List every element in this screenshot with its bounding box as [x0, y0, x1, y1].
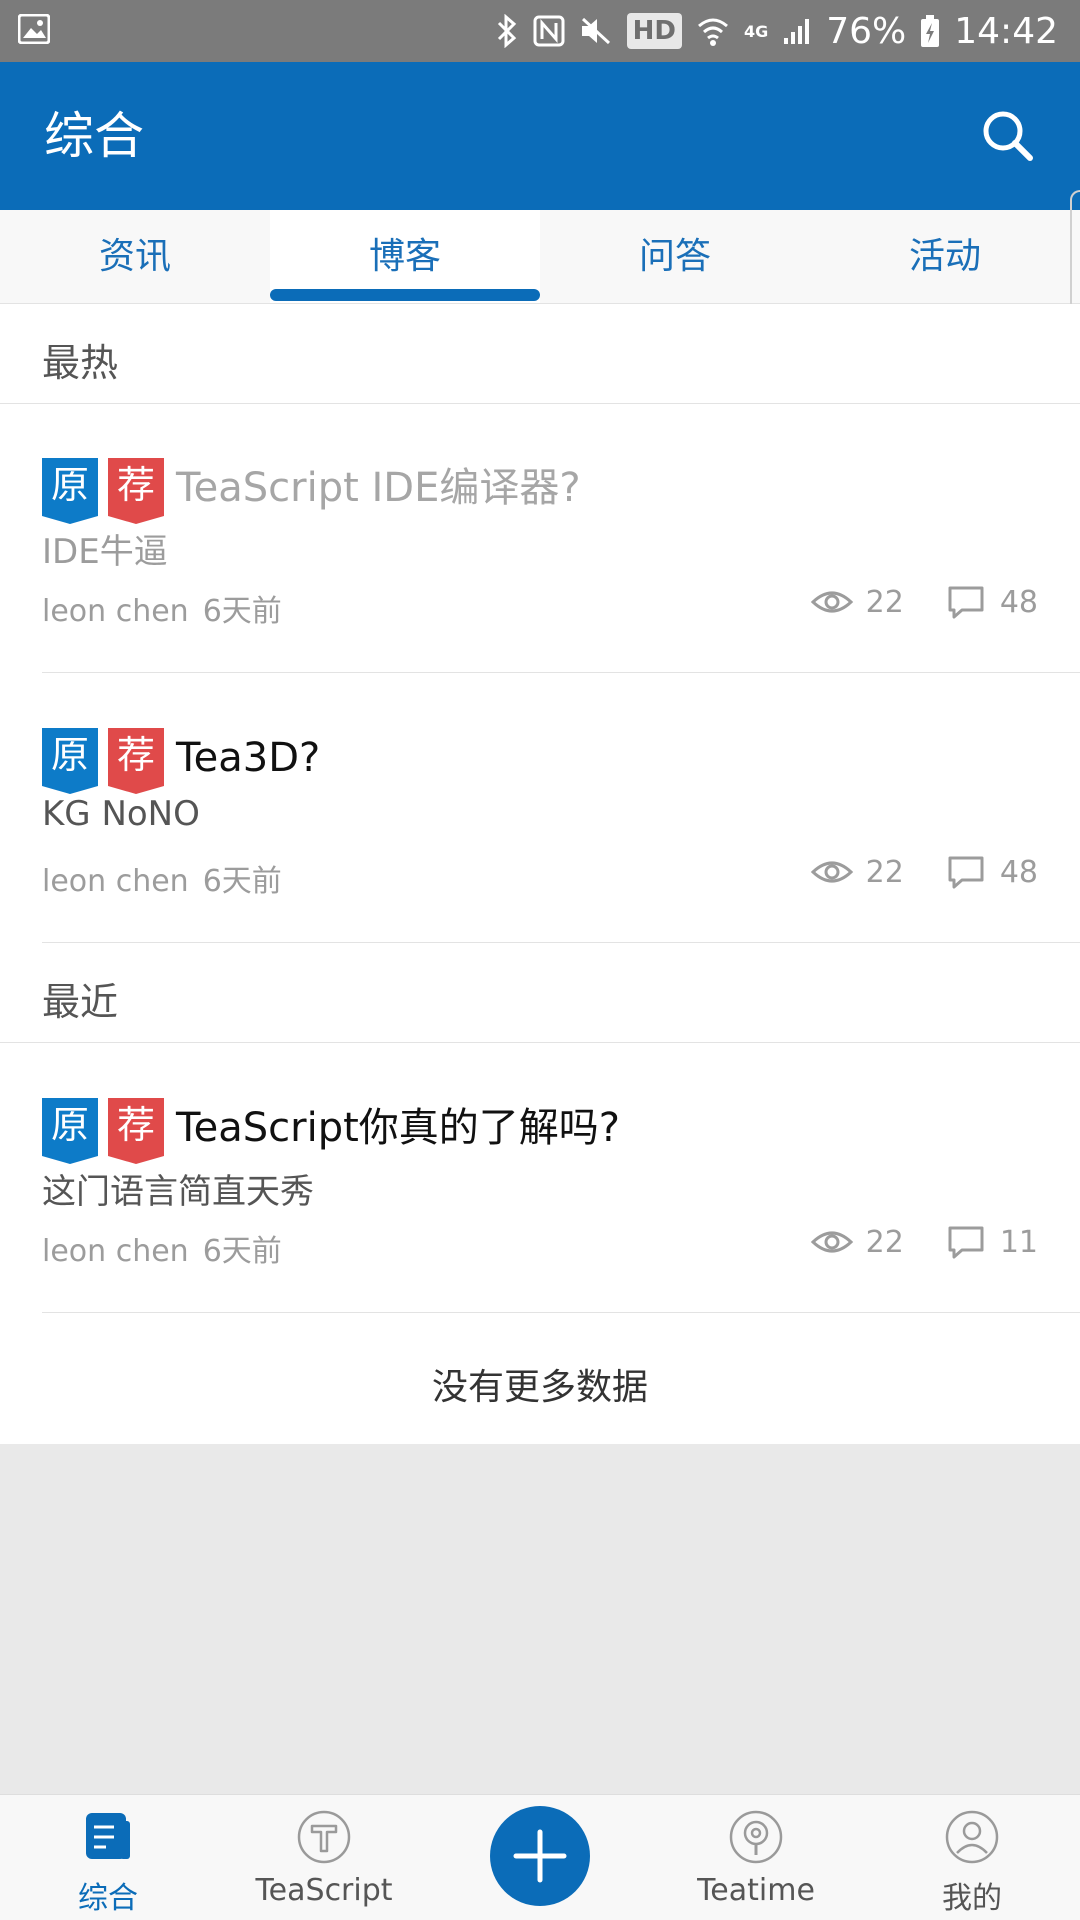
section-header-hot: 最热	[0, 304, 1080, 404]
post-meta: leon chen 6天前	[42, 586, 282, 630]
recommended-badge: 荐	[108, 1098, 164, 1164]
add-icon	[513, 1829, 567, 1883]
nav-label: TeaScript	[255, 1873, 393, 1908]
tab-news[interactable]: 资讯	[0, 210, 270, 303]
blog-list[interactable]: 最热 原 荐 TeaScript IDE编译器? IDE牛逼 leon chen…	[0, 304, 1080, 1444]
badge-group: 原 荐	[42, 1098, 164, 1164]
post-time: 6天前	[202, 1234, 282, 1269]
comment-count: 48	[999, 854, 1038, 890]
nav-item-teascript[interactable]: TeaScript	[216, 1795, 432, 1920]
post-stats: 22 11	[810, 1222, 1038, 1262]
nav-label: 我的	[942, 1881, 1002, 1916]
divider	[42, 1312, 1080, 1313]
comment-icon	[948, 1226, 984, 1259]
section-title: 最近	[42, 980, 119, 1024]
mute-icon	[579, 15, 613, 47]
eye-icon	[810, 591, 853, 613]
post-author: leon chen	[42, 864, 189, 899]
signal-icon	[782, 16, 812, 46]
add-button[interactable]	[490, 1806, 590, 1906]
post-stats: 22 48	[810, 852, 1038, 892]
post-time: 6天前	[202, 594, 282, 629]
tab-events[interactable]: 活动	[810, 210, 1080, 303]
post-summary: 这门语言简直天秀	[42, 1172, 314, 1212]
eye-icon	[810, 861, 853, 883]
status-bar: HD 4G 76% 14:42	[0, 0, 1080, 62]
app-bar: 综合	[0, 62, 1080, 210]
bluetooth-icon	[495, 14, 519, 48]
teatime-icon	[729, 1810, 783, 1864]
battery-percent: 76%	[826, 10, 907, 52]
view-count: 22	[865, 1224, 904, 1260]
list-item[interactable]: 原 荐 TeaScript你真的了解吗? 这门语言简直天秀 leon chen 6…	[0, 1098, 1080, 1269]
list-item[interactable]: 原 荐 Tea3D? KG NoNO leon chen 6天前 22 48	[0, 728, 1080, 899]
post-summary: KG NoNO	[42, 794, 200, 834]
post-title[interactable]: TeaScript IDE编译器?	[176, 460, 581, 516]
battery-icon	[920, 14, 940, 48]
nav-item-teatime[interactable]: Teatime	[648, 1795, 864, 1920]
search-icon[interactable]	[978, 106, 1038, 166]
news-icon	[86, 1813, 130, 1859]
nav-label: Teatime	[697, 1873, 815, 1908]
badge-group: 原 荐	[42, 458, 164, 524]
post-meta: leon chen 6天前	[42, 1226, 282, 1270]
original-badge: 原	[42, 1098, 98, 1164]
teascript-icon	[297, 1810, 351, 1864]
comment-icon	[948, 856, 984, 889]
clock: 14:42	[954, 10, 1058, 52]
gallery-icon	[18, 14, 50, 44]
badge-group: 原 荐	[42, 728, 164, 794]
post-title[interactable]: TeaScript你真的了解吗?	[176, 1100, 620, 1156]
comment-count: 48	[999, 584, 1038, 620]
category-tabs: 资讯 博客 问答 活动	[0, 210, 1080, 304]
nav-label: 综合	[78, 1881, 138, 1916]
post-stats: 22 48	[810, 582, 1038, 622]
original-badge: 原	[42, 728, 98, 794]
profile-icon	[945, 1810, 999, 1864]
post-author: leon chen	[42, 594, 189, 629]
page-title: 综合	[44, 107, 144, 165]
wifi-icon	[696, 15, 730, 47]
recommended-badge: 荐	[108, 458, 164, 524]
view-count: 22	[865, 584, 904, 620]
original-badge: 原	[42, 458, 98, 524]
recommended-badge: 荐	[108, 728, 164, 794]
section-title: 最热	[42, 341, 119, 385]
nav-item-mine[interactable]: 我的	[864, 1795, 1080, 1920]
comment-icon	[948, 586, 984, 619]
tab-blog[interactable]: 博客	[270, 210, 540, 303]
section-header-recent: 最近	[0, 943, 1080, 1043]
no-more-data-label: 没有更多数据	[431, 1367, 648, 1408]
nfc-icon	[533, 15, 565, 47]
eye-icon	[810, 1231, 853, 1253]
comment-count: 11	[999, 1224, 1038, 1260]
post-time: 6天前	[202, 864, 282, 899]
list-item[interactable]: 原 荐 TeaScript IDE编译器? IDE牛逼 leon chen 6天前…	[0, 458, 1080, 629]
nav-item-general[interactable]: 综合	[0, 1795, 216, 1920]
post-title[interactable]: Tea3D?	[176, 730, 320, 786]
divider	[42, 672, 1080, 673]
view-count: 22	[865, 854, 904, 890]
tab-qa[interactable]: 问答	[540, 210, 810, 303]
post-author: leon chen	[42, 1234, 189, 1269]
post-meta: leon chen 6天前	[42, 856, 282, 900]
post-summary: IDE牛逼	[42, 532, 168, 572]
hd-badge: HD	[626, 13, 682, 49]
network-type: 4G	[743, 21, 769, 41]
